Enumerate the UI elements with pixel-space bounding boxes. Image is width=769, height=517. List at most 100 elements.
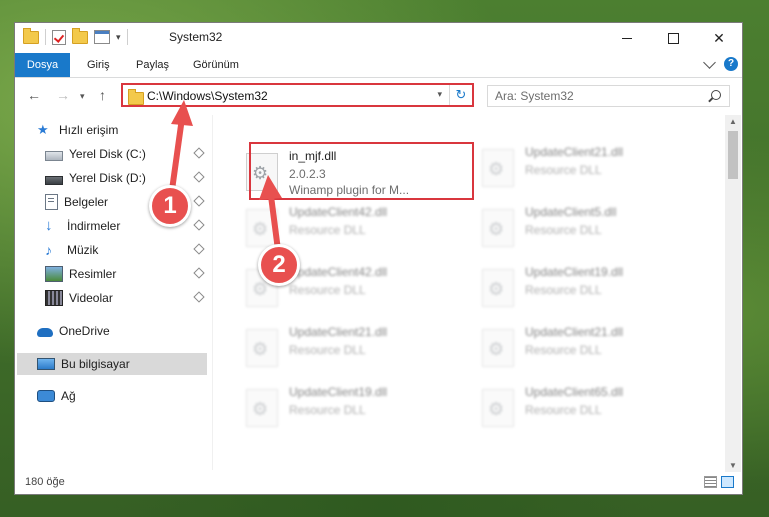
- scroll-thumb[interactable]: [728, 131, 738, 179]
- pin-icon[interactable]: [193, 219, 205, 231]
- sidebar-item-quick-access[interactable]: ★ Hızlı erişim: [37, 119, 207, 141]
- file-description: Resource DLL: [289, 343, 366, 357]
- sidebar-item-disk-c[interactable]: Yerel Disk (C:): [45, 143, 207, 165]
- file-description: Resource DLL: [289, 223, 366, 237]
- window-title: System32: [169, 30, 223, 44]
- file-highlight-box: [249, 142, 474, 200]
- dll-file-icon: [246, 329, 278, 367]
- help-icon[interactable]: ?: [724, 57, 738, 71]
- pin-icon[interactable]: [193, 291, 205, 303]
- scroll-down-icon[interactable]: ▼: [729, 461, 737, 470]
- back-arrow-icon[interactable]: ←: [27, 87, 41, 103]
- computer-icon: [37, 358, 55, 370]
- separator: [45, 29, 46, 45]
- item-count: 180 öğe: [25, 476, 65, 488]
- sidebar-item-label: Videolar: [69, 291, 113, 305]
- search-input[interactable]: Ara: System32: [487, 85, 730, 107]
- dll-file-icon: [246, 209, 278, 247]
- folder-icon: [23, 27, 39, 44]
- details-view-icon[interactable]: [704, 476, 717, 488]
- file-item[interactable]: UpdateClient65.dll Resource DLL: [475, 379, 705, 435]
- file-description: Resource DLL: [525, 343, 602, 357]
- file-name: UpdateClient65.dll: [525, 385, 624, 399]
- sidebar-item-label: Bu bilgisayar: [61, 357, 130, 371]
- file-name: UpdateClient21.dll: [289, 325, 388, 339]
- file-name: UpdateClient42.dll: [289, 265, 388, 279]
- minimize-button[interactable]: [604, 23, 650, 53]
- dll-file-icon: [482, 149, 514, 187]
- expand-ribbon-icon[interactable]: [703, 55, 716, 69]
- cloud-icon: [37, 328, 53, 337]
- dll-file-icon: [246, 389, 278, 427]
- file-name: UpdateClient21.dll: [525, 325, 624, 339]
- star-icon: ★: [37, 122, 49, 137]
- ribbon-controls: ?: [703, 55, 738, 71]
- music-icon: ♪: [45, 242, 52, 258]
- properties-check-icon[interactable]: [52, 29, 66, 45]
- sidebar-item-music[interactable]: ♪ Müzik: [45, 239, 207, 261]
- sidebar-item-onedrive[interactable]: OneDrive: [37, 320, 207, 342]
- file-name: UpdateClient19.dll: [289, 385, 388, 399]
- sidebar-item-videos[interactable]: Videolar: [45, 287, 207, 309]
- file-item[interactable]: UpdateClient19.dll Resource DLL: [475, 259, 705, 315]
- disk-icon: [45, 175, 63, 185]
- address-bar[interactable]: C:\Windows\System32 ▾ ↻: [121, 83, 474, 107]
- file-name: UpdateClient21.dll: [525, 145, 624, 159]
- address-path[interactable]: C:\Windows\System32: [147, 89, 268, 103]
- tab-file[interactable]: Dosya: [15, 53, 70, 77]
- sidebar-item-pictures[interactable]: Resimler: [45, 263, 207, 285]
- sidebar-item-label: Yerel Disk (D:): [69, 171, 146, 185]
- scroll-up-icon[interactable]: ▲: [729, 117, 737, 126]
- pin-icon[interactable]: [193, 195, 205, 207]
- file-description: Resource DLL: [525, 283, 602, 297]
- file-name: UpdateClient5.dll: [525, 205, 617, 219]
- refresh-icon[interactable]: ↻: [449, 85, 472, 105]
- folder-icon: [128, 89, 144, 105]
- title-bar: ▾ System32 ✕: [15, 23, 742, 53]
- customize-toolbar-icon[interactable]: ▾: [116, 32, 121, 43]
- file-item[interactable]: UpdateClient21.dll Resource DLL: [475, 319, 705, 375]
- sidebar-item-label: Yerel Disk (C:): [69, 147, 146, 161]
- file-item[interactable]: UpdateClient5.dll Resource DLL: [475, 199, 705, 255]
- close-button[interactable]: ✕: [696, 23, 742, 53]
- tab-view[interactable]: Görünüm: [183, 53, 249, 77]
- tab-home[interactable]: Giriş: [77, 53, 120, 77]
- maximize-button[interactable]: [650, 23, 696, 53]
- up-arrow-icon[interactable]: ↑: [99, 87, 106, 103]
- file-item[interactable]: UpdateClient19.dll Resource DLL: [239, 379, 469, 435]
- search-placeholder: Ara: System32: [495, 89, 574, 103]
- pin-icon[interactable]: [193, 171, 205, 183]
- file-description: Resource DLL: [525, 403, 602, 417]
- sidebar-item-disk-d[interactable]: Yerel Disk (D:): [45, 167, 207, 189]
- minimize-icon: [622, 37, 632, 39]
- search-icon[interactable]: [711, 90, 721, 100]
- sidebar-item-label: Resimler: [69, 267, 117, 281]
- file-description: Resource DLL: [289, 403, 366, 417]
- quick-access-toolbar: ▾: [23, 27, 128, 45]
- sidebar-item-label: Müzik: [67, 243, 99, 257]
- pin-icon[interactable]: [193, 147, 205, 159]
- pin-icon[interactable]: [193, 267, 205, 279]
- disk-icon: [45, 150, 63, 161]
- pictures-icon: [45, 266, 63, 282]
- file-item[interactable]: UpdateClient21.dll Resource DLL: [239, 319, 469, 375]
- network-icon: [37, 390, 55, 402]
- status-bar: 180 öğe: [15, 472, 742, 494]
- sidebar-item-network[interactable]: Ağ: [37, 385, 207, 407]
- file-description: Resource DLL: [525, 163, 602, 177]
- tiles-view-icon[interactable]: [721, 476, 734, 488]
- new-folder-icon[interactable]: [72, 27, 88, 44]
- view-toggle: [704, 476, 734, 488]
- sidebar-item-label: İndirmeler: [67, 219, 121, 233]
- vertical-scrollbar[interactable]: ▲ ▼: [725, 115, 741, 472]
- dll-file-icon: [482, 209, 514, 247]
- recent-locations-icon[interactable]: ▾: [80, 91, 85, 102]
- file-explorer-window: ▾ System32 ✕ Dosya Giriş Paylaş Görünüm …: [14, 22, 743, 495]
- file-item[interactable]: UpdateClient21.dll Resource DLL: [475, 139, 705, 195]
- properties-icon[interactable]: [94, 30, 110, 44]
- sidebar-item-this-pc[interactable]: Bu bilgisayar: [17, 353, 207, 375]
- forward-arrow-icon[interactable]: →: [56, 87, 70, 103]
- pin-icon[interactable]: [193, 243, 205, 255]
- tab-share[interactable]: Paylaş: [126, 53, 179, 77]
- address-dropdown-icon[interactable]: ▾: [437, 89, 442, 100]
